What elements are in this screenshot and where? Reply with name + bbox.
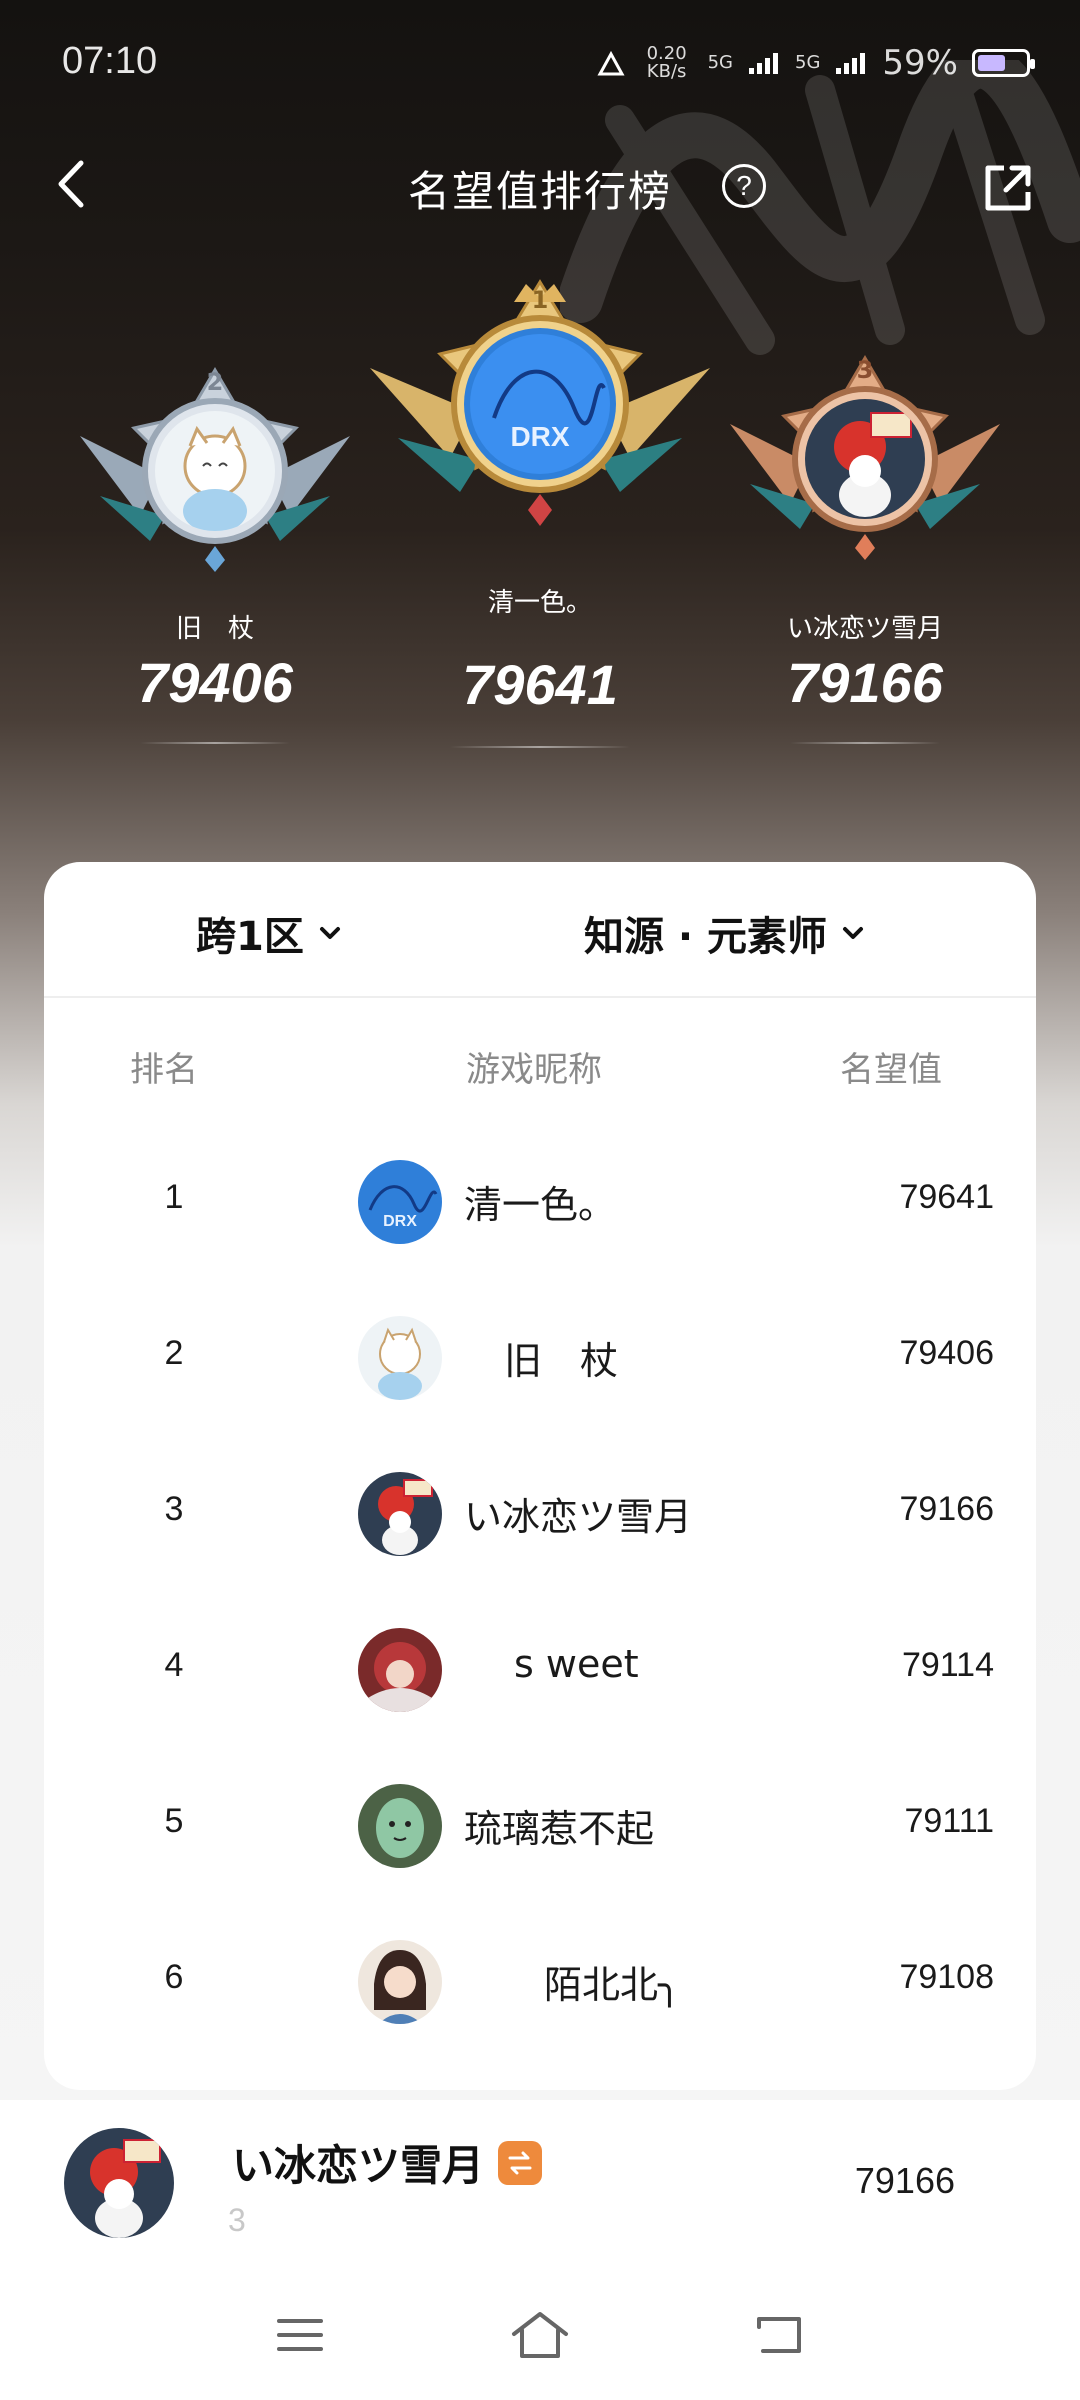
- third-name: い冰恋ツ雪月: [786, 614, 943, 644]
- medal-third: 3: [720, 354, 1010, 564]
- row-nickname: 清一色。: [464, 1183, 617, 1227]
- header-rank: 排名: [130, 1050, 198, 1090]
- row-nickname: s weet: [514, 1642, 639, 1686]
- my-score: 79166: [854, 2160, 955, 2201]
- row-rank: 2: [164, 1334, 184, 1372]
- medal-first: DRX 1: [364, 278, 716, 530]
- battery-percent: 59%: [882, 43, 958, 83]
- swap-icon[interactable]: [498, 2140, 543, 2185]
- first-divider: [450, 746, 630, 748]
- table-row[interactable]: 6 陌北北╮ 79108: [44, 1904, 1036, 2060]
- system-nav-bar: [0, 2270, 1080, 2400]
- home-button[interactable]: [505, 2300, 575, 2370]
- row-rank: 6: [164, 1958, 184, 1996]
- filter-row: 跨1区 知源 · 元素师: [44, 862, 1036, 998]
- avatar-first: DRX: [464, 328, 616, 480]
- signal-icon-2: [836, 53, 866, 74]
- svg-text:DRX: DRX: [510, 421, 569, 452]
- table-row[interactable]: 4 s weet 79114: [44, 1592, 1036, 1748]
- menu-button[interactable]: [265, 2300, 335, 2370]
- podium: 2 旧 杖 79406 DRX 1 清一色。 79641 3 い冰恋ツ雪月 79…: [0, 270, 1080, 750]
- my-avatar: [64, 2128, 174, 2238]
- row-score: 79406: [899, 1334, 994, 1372]
- avatar: [358, 1784, 442, 1868]
- network-1: 5G: [707, 52, 734, 73]
- home-icon: [512, 2312, 568, 2358]
- third-divider: [790, 742, 940, 744]
- hotspot-icon: [597, 50, 625, 76]
- status-time: 07:10: [62, 40, 158, 82]
- row-rank: 4: [164, 1646, 184, 1684]
- question-icon: ?: [736, 170, 752, 201]
- avatar: [358, 1940, 442, 2024]
- header-score: 名望值: [840, 1050, 942, 1090]
- table-row[interactable]: 1 DRX 清一色。 79641: [44, 1124, 1036, 1280]
- header-nickname: 游戏昵称: [466, 1050, 602, 1090]
- row-nickname: 旧 杖: [504, 1339, 619, 1383]
- medal-first-rank: 1: [531, 286, 549, 314]
- table-row[interactable]: 5 琉璃惹不起 79111: [44, 1748, 1036, 1904]
- return-icon: [757, 2317, 801, 2353]
- chevron-down-icon: [319, 927, 340, 939]
- row-score: 79111: [904, 1802, 995, 1840]
- avatar: [358, 1472, 442, 1556]
- row-score: 79108: [899, 1958, 994, 1996]
- avatar: DRX: [358, 1160, 442, 1244]
- row-score: 79641: [899, 1178, 994, 1216]
- second-name: 旧 杖: [175, 614, 254, 644]
- second-divider: [140, 742, 290, 744]
- second-score: 79406: [137, 651, 293, 714]
- avatar: [358, 1316, 442, 1400]
- row-rank: 3: [164, 1490, 184, 1528]
- chevron-down-icon: [843, 927, 864, 939]
- my-name: い冰恋ツ雪月: [232, 2141, 485, 2190]
- status-icons: 0.20 KB/s 5G 5G 59%: [596, 40, 1035, 86]
- status-bar: 07:10 0.20 KB/s 5G 5G 59%: [0, 0, 1080, 110]
- svg-text:DRX: DRX: [383, 1213, 417, 1230]
- first-score: 79641: [462, 653, 618, 716]
- avatar: [358, 1628, 442, 1712]
- row-rank: 1: [164, 1178, 184, 1216]
- row-score: 79114: [901, 1646, 994, 1684]
- net-speed: 0.20 KB/s: [646, 43, 687, 82]
- class-filter-label: 知源 · 元素师: [584, 914, 828, 960]
- row-nickname: 琉璃惹不起: [464, 1807, 655, 1851]
- menu-icon: [277, 2319, 323, 2351]
- avatar-second: [155, 411, 275, 531]
- server-filter[interactable]: 跨1区: [196, 904, 342, 962]
- row-rank: 5: [164, 1802, 184, 1840]
- first-name: 清一色。: [487, 588, 592, 618]
- server-filter-label: 跨1区: [196, 914, 304, 960]
- my-rank-bar[interactable]: い冰恋ツ雪月 3 79166: [0, 2100, 1080, 2270]
- battery-icon: [972, 49, 1035, 77]
- page-title: 名望值排行榜: [407, 167, 672, 216]
- row-nickname: 陌北北╮: [544, 1963, 681, 2007]
- my-name-row: い冰恋ツ雪月: [232, 2132, 543, 2193]
- table-row[interactable]: 2 旧 杖 79406: [44, 1280, 1036, 1436]
- header: 名望值排行榜 ?: [0, 140, 1080, 230]
- back-nav-button[interactable]: [745, 2300, 815, 2370]
- share-icon: [985, 165, 1031, 211]
- help-button[interactable]: ?: [722, 164, 766, 208]
- table-row[interactable]: 3 い冰恋ツ雪月 79166: [44, 1436, 1036, 1592]
- class-filter[interactable]: 知源 · 元素师: [584, 904, 865, 962]
- leaderboard-panel: 跨1区 知源 · 元素师 排名 游戏昵称 名望值 1 DRX 清一色。 7964…: [44, 862, 1036, 2090]
- medal-third-rank: 3: [856, 356, 874, 384]
- share-button[interactable]: [980, 160, 1036, 216]
- medal-second: 2: [70, 366, 360, 576]
- medal-second-rank: 2: [206, 368, 224, 396]
- row-score: 79166: [899, 1490, 994, 1528]
- signal-icon: [749, 53, 779, 74]
- third-score: 79166: [787, 651, 943, 714]
- my-rank: 3: [228, 2202, 246, 2238]
- network-2: 5G: [795, 52, 821, 73]
- avatar-third: [805, 399, 925, 519]
- row-nickname: い冰恋ツ雪月: [464, 1495, 693, 1539]
